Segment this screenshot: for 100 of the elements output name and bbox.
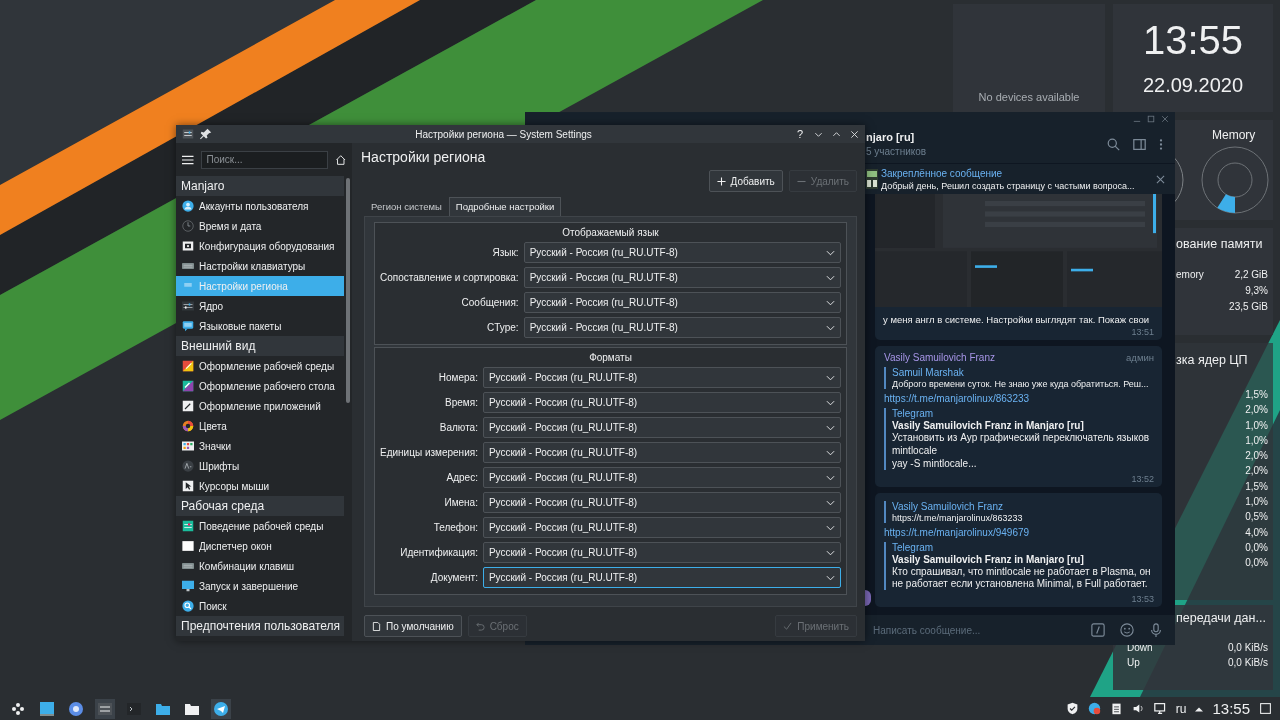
caret-up-icon[interactable]: [1195, 705, 1204, 712]
dropdown[interactable]: Русский - Россия (ru_RU.UTF-8): [523, 242, 841, 263]
pin-icon[interactable]: [200, 128, 212, 140]
sliders-icon: [182, 300, 194, 312]
clipboard-icon[interactable]: [1109, 702, 1123, 715]
row-value: 9,3%: [1245, 285, 1268, 297]
network-icon[interactable]: [1153, 702, 1167, 715]
volume-icon[interactable]: [1131, 702, 1145, 715]
reply-quote[interactable]: Samuil Marshak Доброго времени суток. Не знаю уже куда обратиться. Реш...: [884, 367, 1154, 389]
dropdown[interactable]: Русский - Россия (ru_RU.UTF-8): [482, 517, 841, 538]
field-label: Сообщения:: [460, 297, 519, 308]
shield-icon[interactable]: [1065, 702, 1079, 715]
row-label: Up: [1127, 657, 1140, 669]
sidebar-item[interactable]: Курсоры мыши: [176, 476, 344, 496]
search-icon[interactable]: [1107, 137, 1120, 151]
taskbar-clock[interactable]: 13:55: [1212, 700, 1250, 717]
sidebar-item[interactable]: Конфигурация оборудования: [176, 236, 344, 256]
dropdown[interactable]: Русский - Россия (ru_RU.UTF-8): [482, 542, 841, 563]
device-status: No devices available: [978, 91, 1080, 103]
row-value: 2,2 GiB: [1234, 269, 1268, 281]
dropdown[interactable]: Русский - Россия (ru_RU.UTF-8): [482, 492, 841, 513]
sidebar-item[interactable]: Оформление приложений: [176, 396, 344, 416]
message-link[interactable]: https://t.me/manjarolinux/863233: [884, 393, 1030, 404]
sidebar-item[interactable]: Цвета: [176, 416, 344, 436]
chevron-down-icon: [826, 249, 835, 256]
preview-title: Vasily Samuilovich Franz in Manjaro [ru]: [892, 554, 1084, 565]
message-time: 13:51: [1131, 327, 1155, 337]
chat-title: njaro [ru]: [866, 131, 916, 143]
tab[interactable]: Регион системы: [364, 197, 449, 216]
chat-icon[interactable]: [211, 698, 231, 719]
dropdown[interactable]: Русский - Россия (ru_RU.UTF-8): [482, 392, 841, 413]
sidebar-item[interactable]: Запуск и завершение: [176, 576, 344, 596]
pinned-message-bar[interactable]: Закреплённое сообщение Добрый день, Решил создать страницу с частыми вопроса...: [865, 163, 1175, 194]
link-preview[interactable]: Telegram Vasily Samuilovich Franz in Manjaro [ru] Кто спрашивал, что mintlocale не работает в Plasma, он не работает если установлена Minimal, в Full работает.: [884, 542, 1154, 590]
help-button[interactable]: ?: [795, 128, 805, 140]
dropdown[interactable]: Русский - Россия (ru_RU.UTF-8): [523, 292, 841, 313]
sidebar-item[interactable]: Диспетчер окон: [176, 536, 344, 556]
sidebar-item[interactable]: Поиск: [176, 596, 344, 616]
sidebar-item[interactable]: Комбинации клавиш: [176, 556, 344, 576]
dropdown[interactable]: Русский - Россия (ru_RU.UTF-8): [482, 467, 841, 488]
sidebar-item[interactable]: Значки: [176, 436, 344, 456]
dropdown[interactable]: Русский - Россия (ru_RU.UTF-8): [482, 442, 841, 463]
dropdown[interactable]: Русский - Россия (ru_RU.UTF-8): [523, 267, 841, 288]
preview-text: mintlocale: [892, 445, 939, 457]
settings-icon[interactable]: [95, 698, 115, 719]
quote-text: Доброго времени суток. Не знаю уже куда обратиться. Реш...: [892, 379, 1150, 389]
reply-quote[interactable]: Vasily Samuilovich Franz https://t.me/manjarolinux/863233: [884, 501, 1154, 523]
message-time: 13:52: [1131, 474, 1154, 484]
field-label: Сопоставление и сортировка:: [380, 272, 519, 283]
maximize-icon[interactable]: [832, 129, 841, 139]
footer-button[interactable]: По умолчанию: [364, 615, 462, 637]
microphone-icon[interactable]: [1149, 623, 1163, 637]
tab[interactable]: Подробные настройки: [448, 197, 562, 216]
quote-text: https://t.me/manjarolinux/863233: [892, 513, 1024, 523]
keyboard-layout[interactable]: ru: [1175, 701, 1187, 716]
sidebar-item[interactable]: Языковые пакеты: [176, 316, 344, 336]
field-label: CType:: [485, 322, 519, 333]
sidebar-item[interactable]: Оформление рабочей среды: [176, 356, 344, 376]
core-load-value: 1,0%: [1245, 496, 1268, 509]
field-label: Адрес:: [445, 472, 478, 483]
monitor-icon: [182, 580, 194, 592]
home-icon[interactable]: [334, 153, 346, 166]
sidebar-item[interactable]: Оформление рабочего стола: [176, 376, 344, 396]
message-link[interactable]: https://t.me/manjarolinux/949679: [884, 527, 1030, 538]
command-icon[interactable]: [1091, 623, 1105, 637]
avatar[interactable]: [865, 590, 871, 606]
maximize-icon[interactable]: [1147, 114, 1155, 123]
dropdown[interactable]: Русский - Россия (ru_RU.UTF-8): [482, 367, 841, 388]
dropdown[interactable]: Русский - Россия (ru_RU.UTF-8): [523, 317, 841, 338]
sidebar-item[interactable]: Время и дата: [176, 216, 344, 236]
sidebar-item[interactable]: Шрифты: [176, 456, 344, 476]
chevron-down-icon: [826, 424, 835, 431]
font-icon: [182, 460, 194, 472]
menu-icon[interactable]: [182, 154, 194, 165]
message-author[interactable]: Vasily Samuilovich Franz: [884, 352, 995, 363]
update-icon[interactable]: [1087, 702, 1101, 715]
dropdown[interactable]: Русский - Россия (ru_RU.UTF-8): [482, 417, 841, 438]
category-header: Manjaro: [176, 176, 344, 196]
chevron-down-icon: [826, 449, 835, 456]
search-field[interactable]: Поиск...: [200, 150, 328, 169]
member-count: 5 участников: [866, 146, 928, 157]
sidebar-item[interactable]: Аккаунты пользователя: [176, 196, 344, 216]
sidebar-item[interactable]: Ядро: [176, 296, 344, 316]
dropdown[interactable]: Русский - Россия (ru_RU.UTF-8): [482, 567, 841, 588]
core-load-value: 2,0%: [1245, 465, 1268, 478]
action-button[interactable]: Добавить: [708, 170, 783, 192]
clock-icon: [182, 220, 194, 232]
chip-icon: [182, 240, 194, 252]
emoji-icon[interactable]: [1120, 623, 1134, 637]
chat-bubble-icon: [182, 320, 194, 332]
field-label: Имена:: [443, 497, 478, 508]
chevron-down-icon: [826, 324, 835, 331]
sidebar-item[interactable]: Поведение рабочей среды: [176, 516, 344, 536]
more-icon[interactable]: [1159, 137, 1163, 151]
show-desktop-icon[interactable]: [1259, 702, 1272, 715]
close-icon[interactable]: [1156, 174, 1165, 184]
columns-icon[interactable]: [1133, 137, 1146, 151]
sidebar-item[interactable]: Настройки клавиатуры: [176, 256, 344, 276]
chevron-down-icon: [826, 574, 835, 581]
link-preview[interactable]: Telegram Vasily Samuilovich Franz in Manjaro [ru] Установить из Аур графический переключатель языков mintlocale yay -S mintlocale...: [884, 408, 1154, 470]
